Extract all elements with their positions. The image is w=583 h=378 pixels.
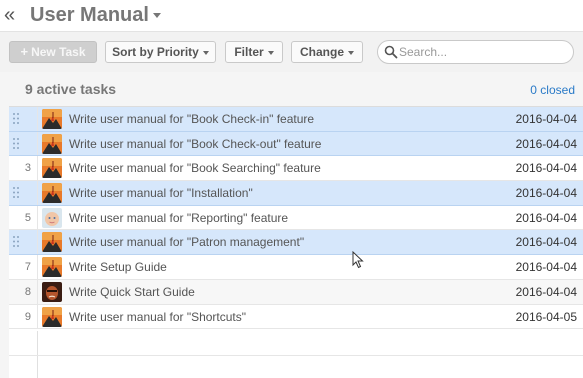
task-row[interactable]: Write user manual for "Installation" 2016… [9, 181, 583, 206]
title-dropdown-icon[interactable] [153, 13, 161, 18]
task-title[interactable]: Write user manual for "Shortcuts" [69, 305, 246, 329]
row-number: 3 [24, 162, 31, 175]
change-label: Change [299, 45, 344, 59]
task-title[interactable]: Write Quick Start Guide [69, 280, 195, 304]
search-icon [384, 45, 398, 59]
face-avatar [42, 281, 62, 302]
task-title[interactable]: Write user manual for "Patron management… [69, 230, 304, 254]
task-date: 2016-04-05 [515, 309, 577, 324]
list-header: 9 active tasks 0 closed [9, 72, 583, 107]
task-date: 2016-04-04 [515, 136, 577, 151]
page-title[interactable]: User Manual [30, 3, 149, 27]
task-row[interactable]: Write user manual for "Book Check-in" fe… [9, 107, 583, 132]
chevron-down-icon [267, 50, 274, 55]
closed-tasks-link[interactable]: 0 closed [530, 83, 575, 97]
column-divider [37, 156, 38, 181]
task-row[interactable]: 5 Write user manual for "Reporting" featu… [9, 205, 583, 231]
column-divider [37, 230, 38, 255]
drag-handle-icon[interactable] [12, 112, 20, 125]
change-dropdown-button[interactable]: Change [291, 41, 363, 63]
left-gutter [0, 72, 9, 378]
mountain-avatar [42, 306, 62, 327]
task-date: 2016-04-04 [515, 210, 577, 225]
task-date: 2016-04-04 [515, 161, 577, 176]
chevron-down-icon [202, 50, 209, 55]
column-divider [37, 279, 38, 304]
task-row[interactable]: 8 Write Quick Start Guide 2016-04-04 [9, 279, 583, 305]
mountain-avatar [42, 158, 62, 179]
column-divider [37, 181, 38, 205]
drag-handle-icon[interactable] [12, 186, 20, 199]
mountain-avatar [42, 133, 62, 154]
drag-handle-icon[interactable] [12, 137, 20, 150]
new-task-label: New Task [31, 45, 86, 59]
filter-label: Filter [234, 45, 264, 59]
plus-icon: + [20, 44, 29, 59]
task-title[interactable]: Write user manual for "Installation" [69, 181, 253, 205]
task-row[interactable]: 9 Write user manual for "Shortcuts" 2016-0… [9, 304, 583, 330]
filter-dropdown-button[interactable]: Filter [225, 41, 283, 63]
task-title[interactable]: Write Setup Guide [69, 255, 167, 279]
row-divider [9, 355, 583, 356]
row-number: 8 [24, 285, 31, 298]
active-task-count: 9 active tasks [25, 81, 117, 97]
toolbar: + New Task Sort by Priority Filter Change [0, 32, 583, 72]
task-date: 2016-04-04 [515, 284, 577, 299]
row-number: 9 [24, 310, 31, 323]
new-task-button[interactable]: + New Task [9, 41, 97, 63]
column-divider [37, 205, 38, 230]
column-divider [37, 107, 38, 131]
drag-handle-icon[interactable] [12, 235, 20, 248]
task-date: 2016-04-04 [515, 112, 577, 126]
task-title[interactable]: Write user manual for "Book Check-out" f… [69, 132, 321, 156]
mountain-avatar [42, 109, 62, 129]
task-row[interactable]: Write user manual for "Book Check-out" f… [9, 131, 583, 157]
task-date: 2016-04-04 [515, 235, 577, 250]
task-row[interactable]: Write user manual for "Patron management… [9, 230, 583, 256]
task-date: 2016-04-04 [515, 260, 577, 275]
collapse-sidebar-icon[interactable]: « [4, 3, 15, 27]
column-divider [37, 255, 38, 279]
mountain-avatar [42, 257, 62, 278]
sort-label: Sort by Priority [112, 45, 199, 59]
mouse-pointer-icon [352, 251, 364, 269]
task-row[interactable]: 7 Write Setup Guide 2016-04-04 [9, 255, 583, 280]
task-title[interactable]: Write user manual for "Book Searching" f… [69, 156, 321, 180]
page-header: « User Manual [0, 0, 583, 31]
chevron-down-icon [348, 50, 354, 55]
task-title[interactable]: Write user manual for "Book Check-in" fe… [69, 107, 314, 131]
search-input[interactable] [399, 43, 567, 61]
search-box[interactable] [377, 40, 574, 64]
column-divider [37, 131, 38, 156]
task-date: 2016-04-04 [515, 186, 577, 201]
mountain-avatar [42, 232, 62, 253]
task-row[interactable]: 3 Write user manual for "Book Searching" … [9, 156, 583, 182]
column-divider [37, 304, 38, 329]
task-title[interactable]: Write user manual for "Reporting" featur… [69, 206, 288, 230]
row-number: 5 [24, 211, 31, 224]
mountain-avatar [42, 183, 62, 204]
sort-dropdown-button[interactable]: Sort by Priority [105, 41, 216, 63]
task-list: Write user manual for "Book Check-in" fe… [9, 107, 583, 330]
row-number: 7 [24, 261, 31, 274]
baby-avatar [42, 207, 62, 228]
